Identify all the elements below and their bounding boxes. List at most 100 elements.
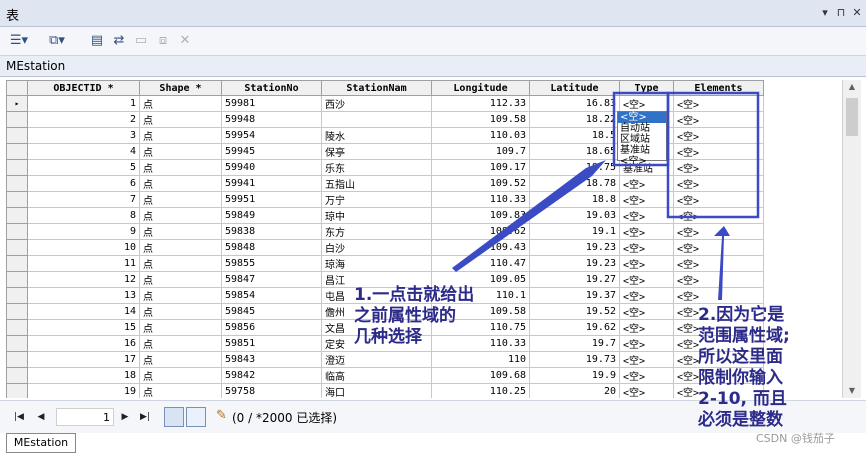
- cell-shape[interactable]: 点: [139, 303, 222, 320]
- dropdown-option[interactable]: 区域站: [618, 134, 666, 145]
- cell-longitude[interactable]: 112.33: [431, 95, 530, 112]
- dropdown-option[interactable]: 基准站: [618, 145, 666, 156]
- clear-selection-icon[interactable]: ▭: [130, 31, 152, 51]
- cell-latitude[interactable]: 19.52: [529, 303, 620, 320]
- cell-latitude[interactable]: 18.8: [529, 191, 620, 208]
- row-selector[interactable]: [6, 175, 28, 192]
- vertical-scrollbar[interactable]: ▲ ▼: [842, 80, 861, 398]
- cell-type[interactable]: <空>: [619, 383, 674, 398]
- cell-elements[interactable]: <空>: [673, 207, 764, 224]
- previous-record-icon[interactable]: ◀: [34, 410, 48, 424]
- cell-stationno[interactable]: 59843: [221, 351, 322, 368]
- cell-longitude[interactable]: 110.03: [431, 127, 530, 144]
- table-row[interactable]: 6 点 59941 五指山 109.52 18.78 <空> <空>: [6, 175, 764, 192]
- first-record-icon[interactable]: |◀: [12, 410, 26, 424]
- cell-latitude[interactable]: 18.75: [529, 159, 620, 176]
- cell-stationnam[interactable]: 白沙: [321, 239, 432, 256]
- cell-shape[interactable]: 点: [139, 335, 222, 352]
- cell-stationnam[interactable]: 保亭: [321, 143, 432, 160]
- cell-type[interactable]: <空>: [619, 335, 674, 352]
- column-header-elements[interactable]: Elements: [673, 80, 764, 96]
- cell-latitude[interactable]: 19.23: [529, 255, 620, 272]
- row-selector[interactable]: [6, 111, 28, 128]
- table-options-icon[interactable]: ☰▾: [8, 31, 30, 51]
- row-selector[interactable]: [6, 239, 28, 256]
- cell-objectid[interactable]: 17: [27, 351, 140, 368]
- cell-latitude[interactable]: 18.22: [529, 111, 620, 128]
- table-tab-mestation[interactable]: MEstation: [6, 433, 76, 453]
- cell-shape[interactable]: 点: [139, 255, 222, 272]
- delete-selected-icon[interactable]: ✕: [174, 31, 196, 51]
- related-tables-icon[interactable]: ⧉▾: [46, 31, 68, 51]
- cell-latitude[interactable]: 18.5: [529, 127, 620, 144]
- table-row[interactable]: 17 点 59843 澄迈 110 19.73 <空> <空>: [6, 351, 764, 368]
- cell-stationnam[interactable]: 琼海: [321, 255, 432, 272]
- cell-type[interactable]: <空>: [619, 95, 674, 112]
- cell-type[interactable]: <空>: [619, 271, 674, 288]
- cell-latitude[interactable]: 19.23: [529, 239, 620, 256]
- cell-elements[interactable]: <空>: [673, 159, 764, 176]
- cell-stationnam[interactable]: 陵水: [321, 127, 432, 144]
- cell-type[interactable]: <空>: [619, 175, 674, 192]
- current-record-input[interactable]: 1: [56, 408, 114, 426]
- cell-objectid[interactable]: 11: [27, 255, 140, 272]
- cell-shape[interactable]: 点: [139, 223, 222, 240]
- scroll-up-icon[interactable]: ▲: [843, 80, 861, 94]
- cell-stationno[interactable]: 59948: [221, 111, 322, 128]
- cell-longitude[interactable]: 109.52: [431, 175, 530, 192]
- row-selector[interactable]: [6, 335, 28, 352]
- cell-shape[interactable]: 点: [139, 351, 222, 368]
- cell-latitude[interactable]: 19.73: [529, 351, 620, 368]
- column-header-shape[interactable]: Shape *: [139, 80, 222, 96]
- cell-objectid[interactable]: 10: [27, 239, 140, 256]
- cell-type[interactable]: <空>: [619, 287, 674, 304]
- cell-elements[interactable]: <空>: [673, 223, 764, 240]
- scroll-down-icon[interactable]: ▼: [843, 384, 861, 398]
- row-selector[interactable]: [6, 319, 28, 336]
- row-selector[interactable]: [6, 383, 28, 398]
- cell-type[interactable]: <空>: [619, 223, 674, 240]
- cell-stationno[interactable]: 59945: [221, 143, 322, 160]
- cell-stationnam[interactable]: 澄迈: [321, 351, 432, 368]
- table-row[interactable]: ▸ 1 点 59981 西沙 112.33 16.83 <空> <空>: [6, 95, 764, 112]
- last-record-icon[interactable]: ▶|: [138, 410, 152, 424]
- cell-stationnam[interactable]: 西沙: [321, 95, 432, 112]
- column-header-longitude[interactable]: Longitude: [431, 80, 530, 96]
- dropdown-option[interactable]: <空>: [618, 112, 666, 123]
- cell-stationno[interactable]: 59847: [221, 271, 322, 288]
- row-selector[interactable]: [6, 271, 28, 288]
- cell-latitude[interactable]: 19.9: [529, 367, 620, 384]
- cell-elements[interactable]: <空>: [673, 175, 764, 192]
- cell-stationno[interactable]: 59954: [221, 127, 322, 144]
- cell-shape[interactable]: 点: [139, 287, 222, 304]
- cell-elements[interactable]: <空>: [673, 239, 764, 256]
- cell-elements[interactable]: <空>: [673, 271, 764, 288]
- row-selector[interactable]: [6, 159, 28, 176]
- table-row[interactable]: 7 点 59951 万宁 110.33 18.8 <空> <空>: [6, 191, 764, 208]
- cell-elements[interactable]: <空>: [673, 191, 764, 208]
- row-selector[interactable]: [6, 351, 28, 368]
- cell-longitude[interactable]: 110: [431, 351, 530, 368]
- cell-elements[interactable]: <空>: [673, 255, 764, 272]
- cell-elements[interactable]: <空>: [673, 95, 764, 112]
- cell-stationnam[interactable]: 五指山: [321, 175, 432, 192]
- row-selector[interactable]: [6, 255, 28, 272]
- cell-shape[interactable]: 点: [139, 319, 222, 336]
- column-header-latitude[interactable]: Latitude: [529, 80, 620, 96]
- column-header-type[interactable]: Type: [619, 80, 674, 96]
- cell-objectid[interactable]: 19: [27, 383, 140, 398]
- cell-type[interactable]: <空>: [619, 303, 674, 320]
- show-selected-records-icon[interactable]: [186, 407, 206, 427]
- cell-objectid[interactable]: 1: [27, 95, 140, 112]
- cell-longitude[interactable]: 108.62: [431, 223, 530, 240]
- row-selector[interactable]: [6, 143, 28, 160]
- cell-type[interactable]: <空>: [619, 255, 674, 272]
- cell-stationnam[interactable]: 东方: [321, 223, 432, 240]
- row-selector[interactable]: [6, 303, 28, 320]
- row-selector[interactable]: [6, 127, 28, 144]
- cell-stationno[interactable]: 59855: [221, 255, 322, 272]
- cell-elements[interactable]: <空>: [673, 143, 764, 160]
- select-by-attributes-icon[interactable]: ▤: [86, 31, 108, 51]
- cell-objectid[interactable]: 2: [27, 111, 140, 128]
- column-header-objectid[interactable]: OBJECTID *: [27, 80, 140, 96]
